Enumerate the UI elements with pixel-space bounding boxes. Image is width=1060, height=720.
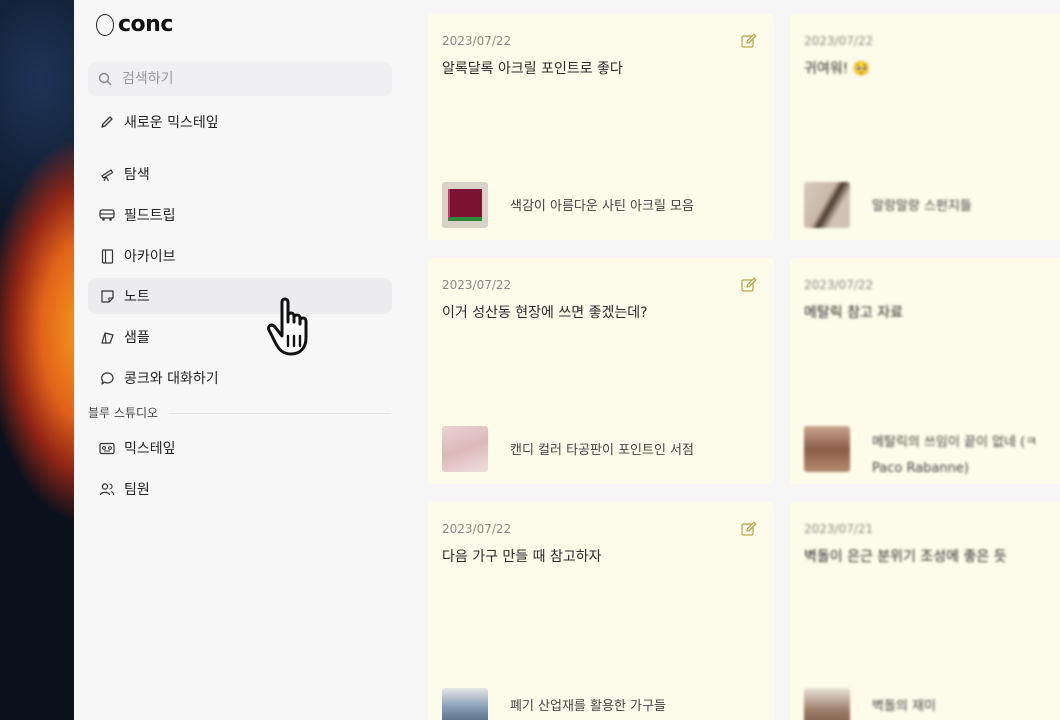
note-card[interactable]: 2023/07/22 귀여워! 🥺 말랑말랑 스펀지들 (790, 14, 1060, 240)
note-link-caption: 캔디 컬러 타공판이 포인트인 서점 (510, 443, 694, 458)
note-title: 벽돌이 은근 분위기 조성에 좋은 듯 (804, 549, 1007, 565)
note-thumbnail (804, 182, 850, 228)
note-date: 2023/07/22 (804, 278, 874, 292)
note-card[interactable]: 2023/07/22 알록달록 아크릴 포인트로 좋다 색감이 아름다운 사틴 … (428, 14, 774, 240)
note-thumbnail (442, 426, 488, 472)
sidebar-item-label: 팀원 (124, 482, 150, 498)
edit-icon[interactable] (740, 520, 758, 538)
note-card[interactable]: 2023/07/22 다음 가구 만들 때 참고하자 폐기 산업재를 활용한 가… (428, 502, 774, 720)
logo-mark-icon (96, 13, 114, 36)
note-date: 2023/07/22 (442, 34, 512, 48)
section-divider (169, 413, 391, 414)
note-date: 2023/07/22 (442, 522, 512, 536)
pencil-icon (98, 113, 116, 131)
search-input[interactable] (120, 70, 374, 88)
note-title: 다음 가구 만들 때 참고하자 (442, 549, 602, 565)
sidebar-item-sample[interactable]: 샘플 (88, 319, 392, 355)
logo-text: conc (118, 12, 173, 37)
team-icon (98, 480, 116, 498)
note-link-caption: 벽돌의 재미 (872, 699, 936, 714)
hand-cursor-icon (267, 297, 308, 356)
sidebar-item-label: 아카이브 (124, 249, 176, 265)
desktop-wallpaper (0, 0, 74, 720)
sidebar-item-label: 노트 (124, 289, 150, 305)
note-title: 메탈릭 참고 자료 (804, 305, 904, 321)
note-thumbnail (804, 688, 850, 720)
sidebar-item-team[interactable]: 팀원 (88, 471, 392, 507)
note-icon (98, 287, 116, 305)
note-card[interactable]: 2023/07/21 벽돌이 은근 분위기 조성에 좋은 듯 벽돌의 재미 (790, 502, 1060, 720)
sidebar-item-mixtape[interactable]: 믹스테잎 (88, 430, 392, 466)
sidebar-item-label: 믹스테잎 (124, 441, 176, 457)
new-mixtape-button[interactable]: 새로운 믹스테잎 (88, 104, 392, 140)
sample-icon (98, 328, 116, 346)
note-link-caption: 색감이 아름다운 사틴 아크릴 모음 (510, 199, 694, 214)
note-card[interactable]: 2023/07/22 이거 성산동 현장에 쓰면 좋겠는데? 캔디 컬러 타공판… (428, 258, 774, 484)
app-logo[interactable]: conc (96, 12, 173, 37)
sidebar-item-label: 탐색 (124, 167, 150, 183)
archive-icon (98, 247, 116, 265)
note-date: 2023/07/22 (442, 278, 512, 292)
note-title: 귀여워! 🥺 (804, 61, 871, 77)
note-link-caption: 폐기 산업재를 활용한 가구들 (510, 699, 666, 714)
notes-grid: 2023/07/22 알록달록 아크릴 포인트로 좋다 색감이 아름다운 사틴 … (408, 0, 1060, 720)
edit-icon[interactable] (740, 32, 758, 50)
edit-icon[interactable] (740, 276, 758, 294)
new-mixtape-label: 새로운 믹스테잎 (124, 115, 219, 131)
sidebar-item-explore[interactable]: 탐색 (88, 156, 392, 192)
note-card[interactable]: 2023/07/22 메탈릭 참고 자료 메탈릭의 쓰임이 끝이 없네 (ㅋ P… (790, 258, 1060, 484)
note-thumbnail (442, 182, 488, 228)
bus-icon (98, 206, 116, 224)
note-link-caption: 메탈릭의 쓰임이 끝이 없네 (ㅋ (872, 435, 1038, 450)
telescope-icon (98, 165, 116, 183)
chat-bubble-icon (98, 369, 116, 387)
note-title: 이거 성산동 현장에 쓰면 좋겠는데? (442, 305, 648, 321)
workspace-section-label: 블루 스튜디오 (88, 406, 159, 420)
sidebar-item-archive[interactable]: 아카이브 (88, 238, 392, 274)
sidebar-item-label: 콩크와 대화하기 (124, 371, 219, 387)
sidebar: conc 새로운 믹스테잎 탐색 필드트립 아카이브 노트 (74, 0, 409, 720)
sidebar-item-fieldtrip[interactable]: 필드트립 (88, 197, 392, 233)
note-date: 2023/07/21 (804, 522, 874, 536)
mixtape-icon (98, 439, 116, 457)
note-link-caption: 말랑말랑 스펀지들 (872, 199, 972, 214)
sidebar-item-notes[interactable]: 노트 (88, 278, 392, 314)
sidebar-item-label: 샘플 (124, 330, 150, 346)
search-icon (98, 72, 112, 86)
sidebar-item-chat[interactable]: 콩크와 대화하기 (88, 360, 392, 396)
note-thumbnail (442, 688, 488, 720)
note-title: 알록달록 아크릴 포인트로 좋다 (442, 61, 623, 77)
sidebar-item-label: 필드트립 (124, 208, 176, 224)
note-link-caption-line2: Paco Rabanne) (872, 461, 969, 476)
note-date: 2023/07/22 (804, 34, 874, 48)
search-box[interactable] (88, 62, 392, 96)
note-thumbnail (804, 426, 850, 472)
